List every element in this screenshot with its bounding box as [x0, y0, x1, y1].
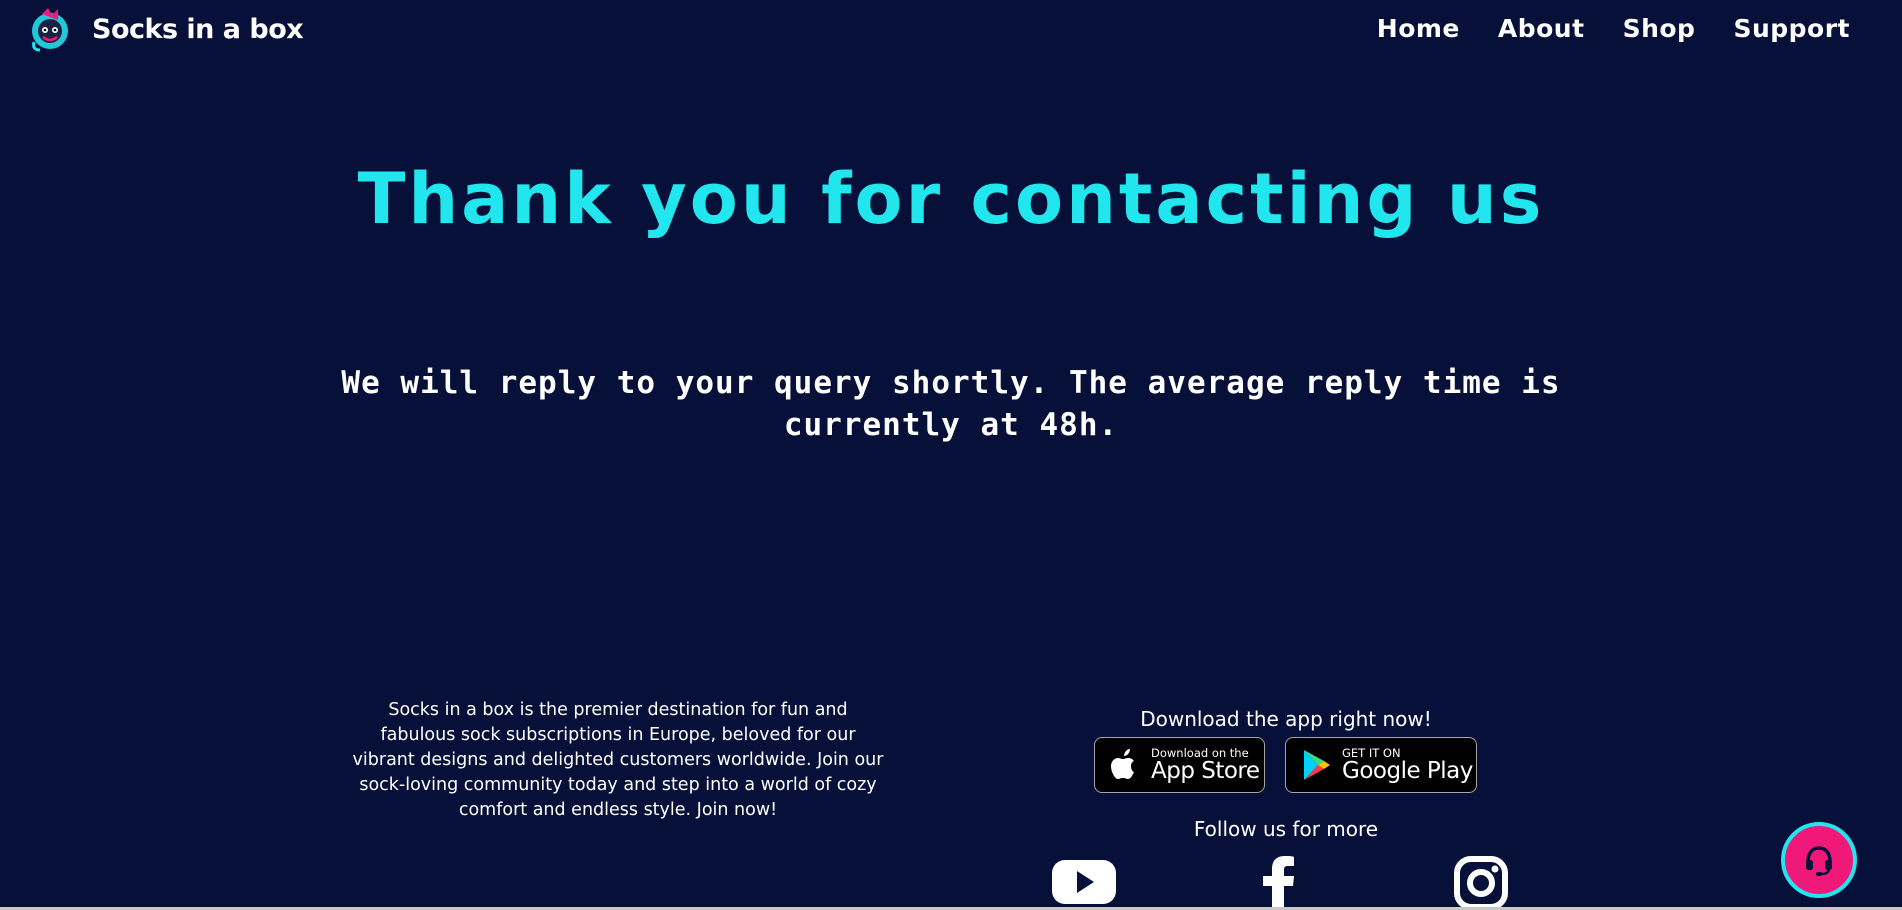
headset-icon: [1806, 846, 1832, 876]
google-play-icon: [1304, 750, 1330, 780]
support-chat-button[interactable]: [1781, 822, 1857, 898]
site-header: Socks in a box Home About Shop Support: [0, 0, 1902, 64]
instagram-link[interactable]: [1454, 856, 1508, 910]
google-play-big-label: Google Play: [1342, 758, 1473, 784]
youtube-link[interactable]: [1052, 856, 1116, 908]
app-store-text: Download on the App Store: [1151, 747, 1260, 783]
reply-message: We will reply to your query shortly. The…: [341, 365, 1561, 443]
facebook-link[interactable]: [1259, 856, 1299, 910]
main-nav: Home About Shop Support: [1377, 14, 1850, 43]
nav-about-link[interactable]: About: [1498, 14, 1585, 43]
page-title: Thank you for contacting us: [357, 158, 1545, 240]
youtube-icon: [1052, 860, 1116, 904]
sock-mascot-logo-icon: [32, 8, 68, 52]
nav-support-link[interactable]: Support: [1733, 14, 1850, 43]
app-store-button[interactable]: Download on the App Store: [1094, 737, 1265, 793]
download-app-title: Download the app right now!: [1140, 707, 1432, 731]
brand-name: Socks in a box: [92, 13, 304, 45]
app-store-big-label: App Store: [1151, 758, 1260, 784]
home-logo-link[interactable]: Socks in a box: [28, 6, 304, 52]
apple-icon: [1111, 749, 1134, 779]
footer-about-text: Socks in a box is the premier destinatio…: [352, 700, 884, 820]
google-play-text: GET IT ON Google Play: [1342, 747, 1473, 783]
nav-shop-link[interactable]: Shop: [1623, 14, 1696, 43]
facebook-icon: [1263, 856, 1294, 910]
nav-home-link[interactable]: Home: [1377, 14, 1460, 43]
instagram-icon: [1454, 856, 1508, 910]
google-play-button[interactable]: GET IT ON Google Play: [1285, 737, 1477, 793]
follow-us-title: Follow us for more: [1193, 817, 1379, 841]
